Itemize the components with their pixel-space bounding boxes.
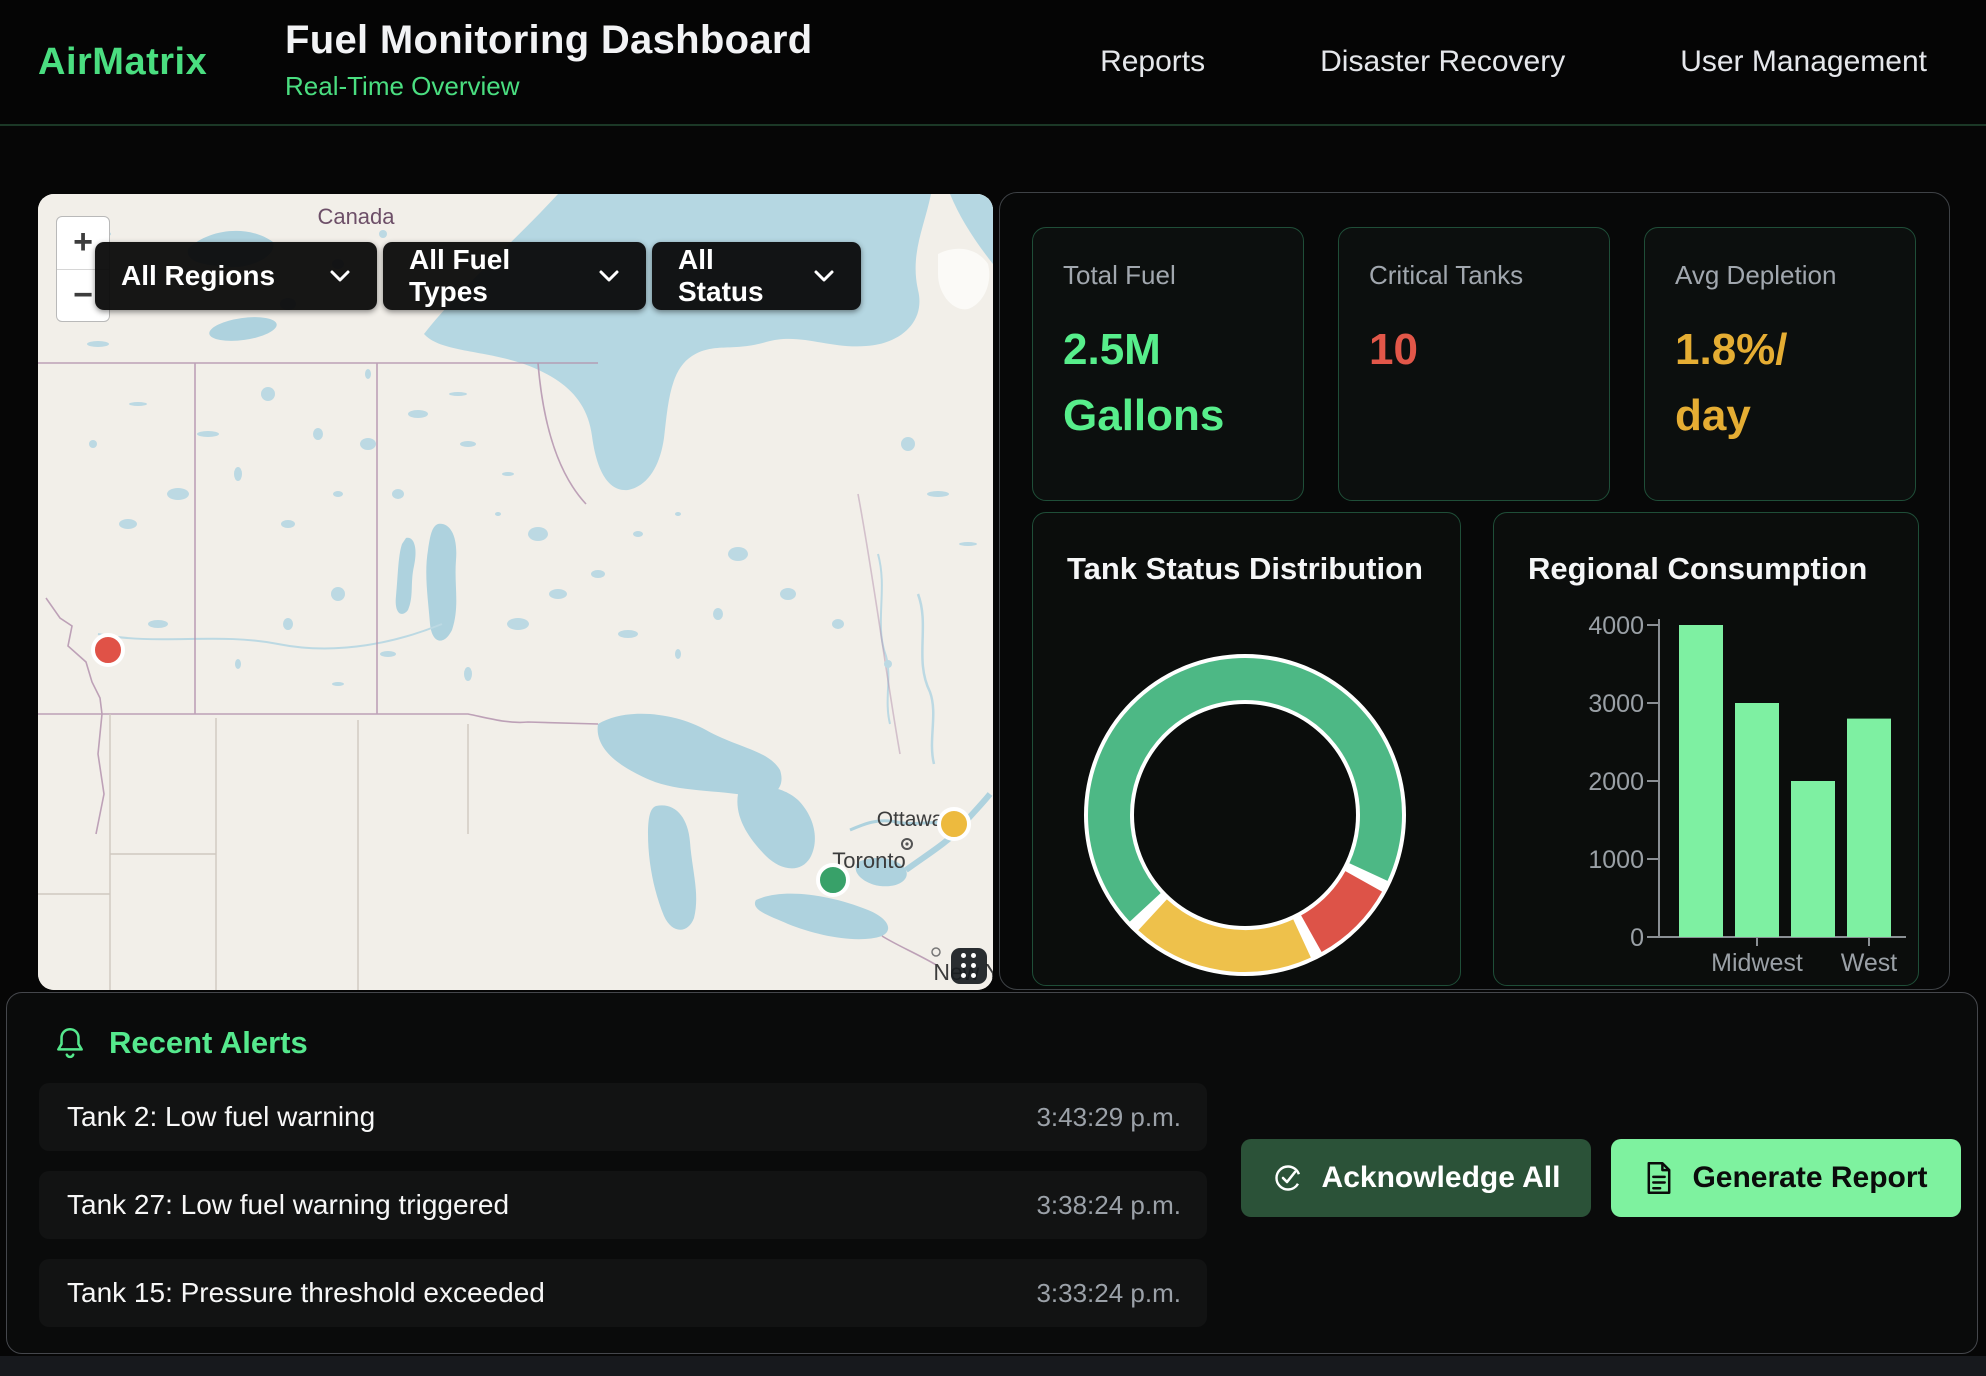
tank-status-chart-card: Tank Status Distribution — [1032, 512, 1461, 986]
stat-label: Total Fuel — [1063, 260, 1273, 291]
generate-report-label: Generate Report — [1692, 1161, 1927, 1195]
bar-south — [1791, 781, 1835, 937]
app-header: AirMatrix Fuel Monitoring Dashboard Real… — [0, 0, 1986, 126]
map-marker-warning — [939, 809, 969, 839]
alert-text: Tank 2: Low fuel warning — [67, 1101, 375, 1133]
brand-logo: AirMatrix — [38, 0, 207, 124]
title-block: Fuel Monitoring Dashboard Real-Time Over… — [285, 18, 812, 102]
y-tick-label: 0 — [1630, 924, 1644, 952]
stat-value-critical-tanks: 10 — [1369, 317, 1524, 383]
nav-item-disaster-recovery[interactable]: Disaster Recovery — [1320, 45, 1565, 79]
x-tick-label: West — [1841, 949, 1898, 977]
alert-text: Tank 27: Low fuel warning triggered — [67, 1189, 509, 1221]
footer-strip — [0, 1356, 1986, 1376]
nav-item-reports[interactable]: Reports — [1100, 45, 1205, 79]
fuel-type-filter-dropdown[interactable]: All Fuel Types — [383, 242, 646, 310]
page-title: Fuel Monitoring Dashboard — [285, 18, 812, 63]
status-filter-dropdown[interactable]: All Status — [652, 242, 861, 310]
chevron-down-icon — [813, 269, 835, 283]
check-circle-icon — [1272, 1162, 1304, 1194]
dashboard-panel: Total Fuel 2.5M Gallons Critical Tanks 1… — [999, 192, 1950, 990]
y-tick-label: 4000 — [1588, 612, 1644, 640]
page-subtitle: Real-Time Overview — [285, 71, 812, 102]
recent-alerts-section: Recent Alerts Tank 2: Low fuel warning 3… — [6, 992, 1978, 1354]
region-filter-dropdown[interactable]: All Regions — [95, 242, 377, 310]
alert-row: Tank 27: Low fuel warning triggered 3:38… — [39, 1171, 1207, 1239]
donut-segment-warning — [1153, 915, 1302, 951]
map-label-canada: Canada — [317, 204, 395, 229]
chart-title: Regional Consumption — [1528, 551, 1867, 587]
alert-text: Tank 15: Pressure threshold exceeded — [67, 1277, 545, 1309]
y-tick-label: 1000 — [1588, 846, 1644, 874]
stat-value-avg-depletion: 1.8%/ day — [1675, 317, 1830, 449]
donut-segment-critical — [1311, 881, 1363, 933]
alerts-heading-text: Recent Alerts — [109, 1025, 308, 1061]
alert-timestamp: 3:38:24 p.m. — [1036, 1190, 1181, 1221]
fuel-type-filter-value: All Fuel Types — [409, 244, 572, 308]
regional-consumption-chart-card: 0 1000 2000 3000 4000 Midwest West Regional Co… — [1493, 512, 1919, 986]
x-tick-label: Midwest — [1711, 949, 1803, 977]
status-filter-value: All Status — [678, 244, 787, 308]
stat-card-avg-depletion: Avg Depletion 1.8%/ day — [1644, 227, 1916, 501]
acknowledge-all-label: Acknowledge All — [1322, 1161, 1561, 1195]
main-nav: Reports Disaster Recovery User Managemen… — [1100, 0, 1927, 124]
map-canvas[interactable]: Canada Ottawa Toronto New York + − All R… — [38, 194, 993, 990]
alert-timestamp: 3:43:29 p.m. — [1036, 1102, 1181, 1133]
map-filters: All Regions All Fuel Types All Status — [95, 242, 861, 310]
stat-value-total-fuel: 2.5M Gallons — [1063, 317, 1218, 449]
generate-report-button[interactable]: Generate Report — [1611, 1139, 1961, 1217]
bar-midwest — [1735, 703, 1779, 937]
bar-west — [1847, 719, 1891, 937]
document-icon — [1644, 1161, 1674, 1195]
chart-title: Tank Status Distribution — [1067, 551, 1423, 587]
map-resize-handle[interactable] — [951, 948, 987, 984]
stat-card-total-fuel: Total Fuel 2.5M Gallons — [1032, 227, 1304, 501]
acknowledge-all-button[interactable]: Acknowledge All — [1241, 1139, 1591, 1217]
alert-row: Tank 15: Pressure threshold exceeded 3:3… — [39, 1259, 1207, 1327]
stat-label: Avg Depletion — [1675, 260, 1885, 291]
nav-item-user-management[interactable]: User Management — [1680, 45, 1927, 79]
stat-label: Critical Tanks — [1369, 260, 1579, 291]
map-label-ottawa: Ottawa — [877, 808, 944, 831]
map-marker-critical — [93, 635, 123, 665]
alert-row: Tank 2: Low fuel warning 3:43:29 p.m. — [39, 1083, 1207, 1151]
region-filter-value: All Regions — [121, 260, 275, 292]
bar-northeast — [1679, 625, 1723, 937]
chevron-down-icon — [329, 269, 351, 283]
y-tick-label: 2000 — [1588, 768, 1644, 796]
basemap-graphic: Canada Ottawa Toronto New York — [38, 194, 993, 990]
alert-timestamp: 3:33:24 p.m. — [1036, 1278, 1181, 1309]
map-marker-normal — [818, 865, 848, 895]
stat-card-critical-tanks: Critical Tanks 10 — [1338, 227, 1610, 501]
alerts-heading: Recent Alerts — [53, 1025, 308, 1061]
chevron-down-icon — [598, 269, 620, 283]
bell-icon — [53, 1025, 87, 1061]
y-tick-label: 3000 — [1588, 690, 1644, 718]
